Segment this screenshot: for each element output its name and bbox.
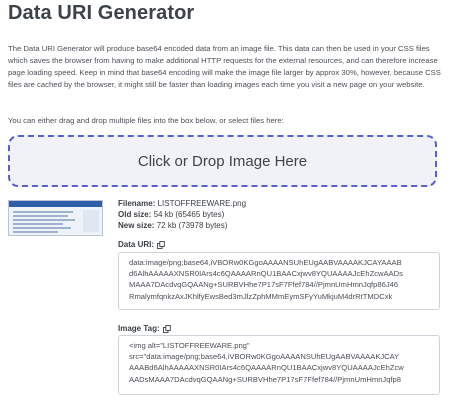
- copy-icon[interactable]: [162, 324, 171, 333]
- dropzone-label: Click or Drop Image Here: [137, 152, 308, 170]
- image-tag-label: Image Tag:: [118, 324, 160, 333]
- instructions-paragraph: You can either drag and drop multiple fi…: [8, 116, 284, 125]
- image-thumbnail: [8, 200, 103, 236]
- image-tag-heading: Image Tag:: [118, 324, 171, 333]
- filename-label: Filename:: [118, 199, 156, 208]
- data-uri-label: Data URI:: [118, 240, 155, 249]
- new-size-value: 72 kb (73978 bytes): [156, 221, 228, 230]
- data-uri-textarea[interactable]: data:image/png;base64,iVBORw0KGgoAAAANSU…: [118, 252, 440, 310]
- copy-icon[interactable]: [157, 240, 165, 249]
- intro-paragraph: The Data URI Generator will produce base…: [8, 44, 441, 89]
- old-size-label: Old size:: [118, 210, 152, 219]
- image-dropzone[interactable]: Click or Drop Image Here: [8, 135, 437, 187]
- filename-row: Filename: LISTOFFREEWARE.png: [118, 199, 246, 209]
- old-size-value: 54 kb (65465 bytes): [153, 210, 225, 219]
- new-size-label: New size:: [118, 221, 155, 230]
- filename-value: LISTOFFREEWARE.png: [157, 199, 247, 208]
- image-tag-textarea[interactable]: <img alt="LISTOFFREEWARE.png" src="data:…: [118, 335, 440, 395]
- new-size-row: New size: 72 kb (73978 bytes): [118, 221, 227, 231]
- page: Data URI Generator The Data URI Generato…: [0, 0, 450, 406]
- old-size-row: Old size: 54 kb (65465 bytes): [118, 210, 224, 220]
- data-uri-heading: Data URI:: [118, 240, 165, 249]
- page-title: Data URI Generator: [8, 2, 195, 24]
